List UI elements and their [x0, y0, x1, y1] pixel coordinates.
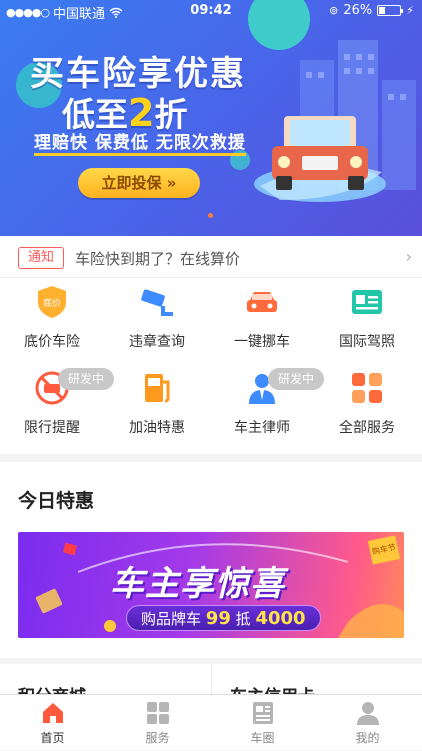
services-card: 通知 车险快到期了？在线算价 › 底价 底价车险 违章查询 一键挪车 国际驾照 … [0, 236, 422, 454]
chevron-right-icon: › [405, 247, 412, 266]
tab-label: 车圈 [250, 731, 275, 745]
service-item-intl-license[interactable]: 国际驾照 [315, 284, 419, 370]
service-item-insurance[interactable]: 底价 底价车险 [0, 284, 104, 370]
service-item-restriction[interactable]: 研发中 限行提醒 [0, 368, 114, 456]
service-item-violation[interactable]: 违章查询 [105, 284, 209, 370]
insure-now-button[interactable]: 立即投保 » [78, 168, 200, 198]
service-label: 加油特惠 [129, 420, 185, 436]
hero-banner[interactable]: ●●●●○ 中国联通 09:42 ⊚ 26% ⚡ 买车险享优惠 低至2折 理赔快… [0, 0, 422, 236]
insurance-shield-icon: 底价 [38, 286, 66, 318]
orientation-lock-icon: ⊚ [329, 4, 339, 17]
tab-home[interactable]: 首页 [0, 695, 105, 751]
banner-pager-dot [208, 213, 213, 218]
car-move-icon [247, 292, 277, 312]
service-item-lawyer[interactable]: 研发中 车主律师 [210, 368, 324, 456]
tab-label: 首页 [40, 731, 65, 745]
service-label: 国际驾照 [339, 334, 395, 350]
person-icon [357, 702, 379, 725]
notice-bar[interactable]: 通知 车险快到期了？在线算价 › [0, 236, 422, 278]
promo-title: 车主享惊喜 [110, 564, 285, 604]
battery-percent: 26% [343, 3, 373, 18]
service-label: 违章查询 [129, 334, 185, 350]
tab-services[interactable]: 服务 [105, 695, 210, 751]
all-services-icon [352, 373, 382, 403]
service-label: 一键挪车 [234, 334, 290, 350]
service-label: 底价车险 [24, 334, 80, 350]
newspaper-icon [253, 702, 273, 724]
notice-text: 车险快到期了？在线算价 [75, 250, 241, 268]
home-icon [43, 703, 63, 723]
tab-me[interactable]: 我的 [315, 695, 420, 751]
notice-tag: 通知 [18, 247, 64, 269]
service-item-all[interactable]: 全部服务 [315, 370, 419, 456]
charging-icon: ⚡ [406, 4, 414, 17]
promo-subtitle: 购品牌车 99 抵 4000 [126, 605, 321, 631]
promo-banner[interactable]: 车主享惊喜 购品牌车 99 抵 4000 购车节 [18, 532, 404, 638]
status-bar: ●●●●○ 中国联通 09:42 ⊚ 26% ⚡ [0, 0, 422, 22]
tab-bar: 首页 服务 车圈 我的 [0, 694, 422, 750]
grid-icon [147, 702, 169, 724]
traffic-camera-icon [141, 289, 173, 316]
car-illustration [254, 116, 386, 202]
service-label: 全部服务 [339, 420, 395, 436]
fuel-pump-icon [145, 374, 170, 403]
tab-circle[interactable]: 车圈 [210, 695, 315, 751]
service-item-move-car[interactable]: 一键挪车 [210, 284, 314, 370]
service-item-fuel[interactable]: 加油特惠 [105, 370, 209, 456]
service-label: 车主律师 [234, 420, 290, 436]
driver-license-icon [352, 290, 382, 314]
section-title: 今日特惠 [18, 490, 95, 512]
banner-tagline: 理赔快 保费低 无限次救援 [34, 128, 246, 156]
tab-label: 我的 [355, 731, 380, 745]
service-label: 限行提醒 [24, 420, 80, 436]
svg-text:底价: 底价 [43, 297, 61, 309]
tab-label: 服务 [145, 731, 170, 745]
battery-icon [377, 5, 404, 16]
today-special-section: 今日特惠 车主享惊喜 购品牌车 99 抵 4000 购车节 [0, 462, 422, 658]
